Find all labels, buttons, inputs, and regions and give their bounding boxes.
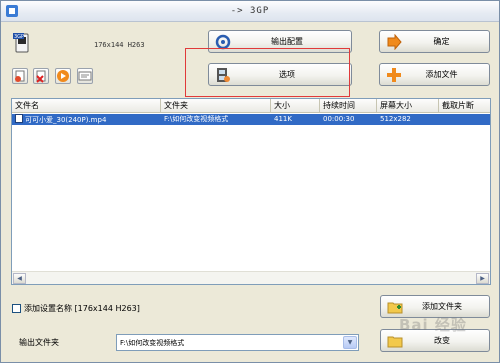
plus-icon [387, 68, 401, 82]
cell-name: 可可小爱_30(240P).mp4 [12, 114, 161, 125]
add-file-button[interactable]: 添加文件 [379, 63, 490, 86]
cell-folder: F:\如何改变视频格式 [164, 115, 229, 123]
window-title: -> 3GP [230, 6, 270, 16]
ok-button[interactable]: 确定 [379, 30, 490, 53]
column-header-clip[interactable]: 截取片断 [439, 99, 490, 113]
3gp-format-icon: 3GP [13, 33, 29, 53]
video-file-icon [15, 114, 23, 123]
column-header-name[interactable]: 文件名 [12, 99, 161, 113]
annotation-highlight-box [185, 48, 350, 97]
column-header-folder[interactable]: 文件夹 [161, 99, 271, 113]
main-window: -> 3GP 3GP 176x144 H263 输出配置 选项 确定 添加文件 … [0, 0, 500, 363]
column-header-screen-size[interactable]: 屏幕大小 [377, 99, 439, 113]
cell-screen-size: 512x282 [380, 115, 411, 123]
svg-text:3GP: 3GP [14, 34, 24, 40]
format-resolution: 176x144 H263 [94, 41, 145, 49]
watermark: Bai 经验 [399, 316, 467, 334]
arrow-right-icon [387, 34, 402, 50]
play-icon[interactable] [55, 68, 71, 84]
cell-duration: 00:00:30 [323, 115, 355, 123]
add-setting-label: 添加设置名称 [176x144 H263] [24, 304, 140, 313]
folder-plus-icon [387, 302, 403, 314]
output-folder-select[interactable]: F:\如何改变视频格式 ▼ [116, 334, 359, 351]
add-file-tool-icon[interactable] [12, 68, 28, 84]
folder-icon [387, 336, 403, 348]
scroll-right-icon[interactable]: ▶ [476, 273, 489, 284]
table-row[interactable]: 可可小爱_30(240P).mp4 F:\如何改变视频格式 411K 00:00… [12, 114, 490, 125]
output-folder-label: 输出文件夹 [19, 338, 59, 347]
title-bar: -> 3GP [1, 1, 499, 22]
remove-file-icon[interactable] [33, 68, 49, 84]
chevron-down-icon[interactable]: ▼ [343, 336, 357, 349]
output-folder-value: F:\如何改变视频格式 [120, 339, 185, 347]
horizontal-scrollbar[interactable]: ◀ ▶ [12, 271, 490, 284]
add-setting-checkbox[interactable] [12, 304, 21, 313]
file-name: 可可小爱_30(240P).mp4 [25, 116, 107, 124]
file-list[interactable]: 文件名 文件夹 大小 持续时间 屏幕大小 截取片断 可可小爱_30(240P).… [11, 98, 491, 285]
column-header-size[interactable]: 大小 [271, 99, 320, 113]
media-info-icon[interactable] [77, 68, 93, 84]
cell-clip [439, 114, 490, 125]
column-header-duration[interactable]: 持续时间 [320, 99, 377, 113]
cell-size: 411K [274, 115, 292, 123]
scroll-left-icon[interactable]: ◀ [13, 273, 26, 284]
file-list-header: 文件名 文件夹 大小 持续时间 屏幕大小 截取片断 [12, 99, 490, 113]
